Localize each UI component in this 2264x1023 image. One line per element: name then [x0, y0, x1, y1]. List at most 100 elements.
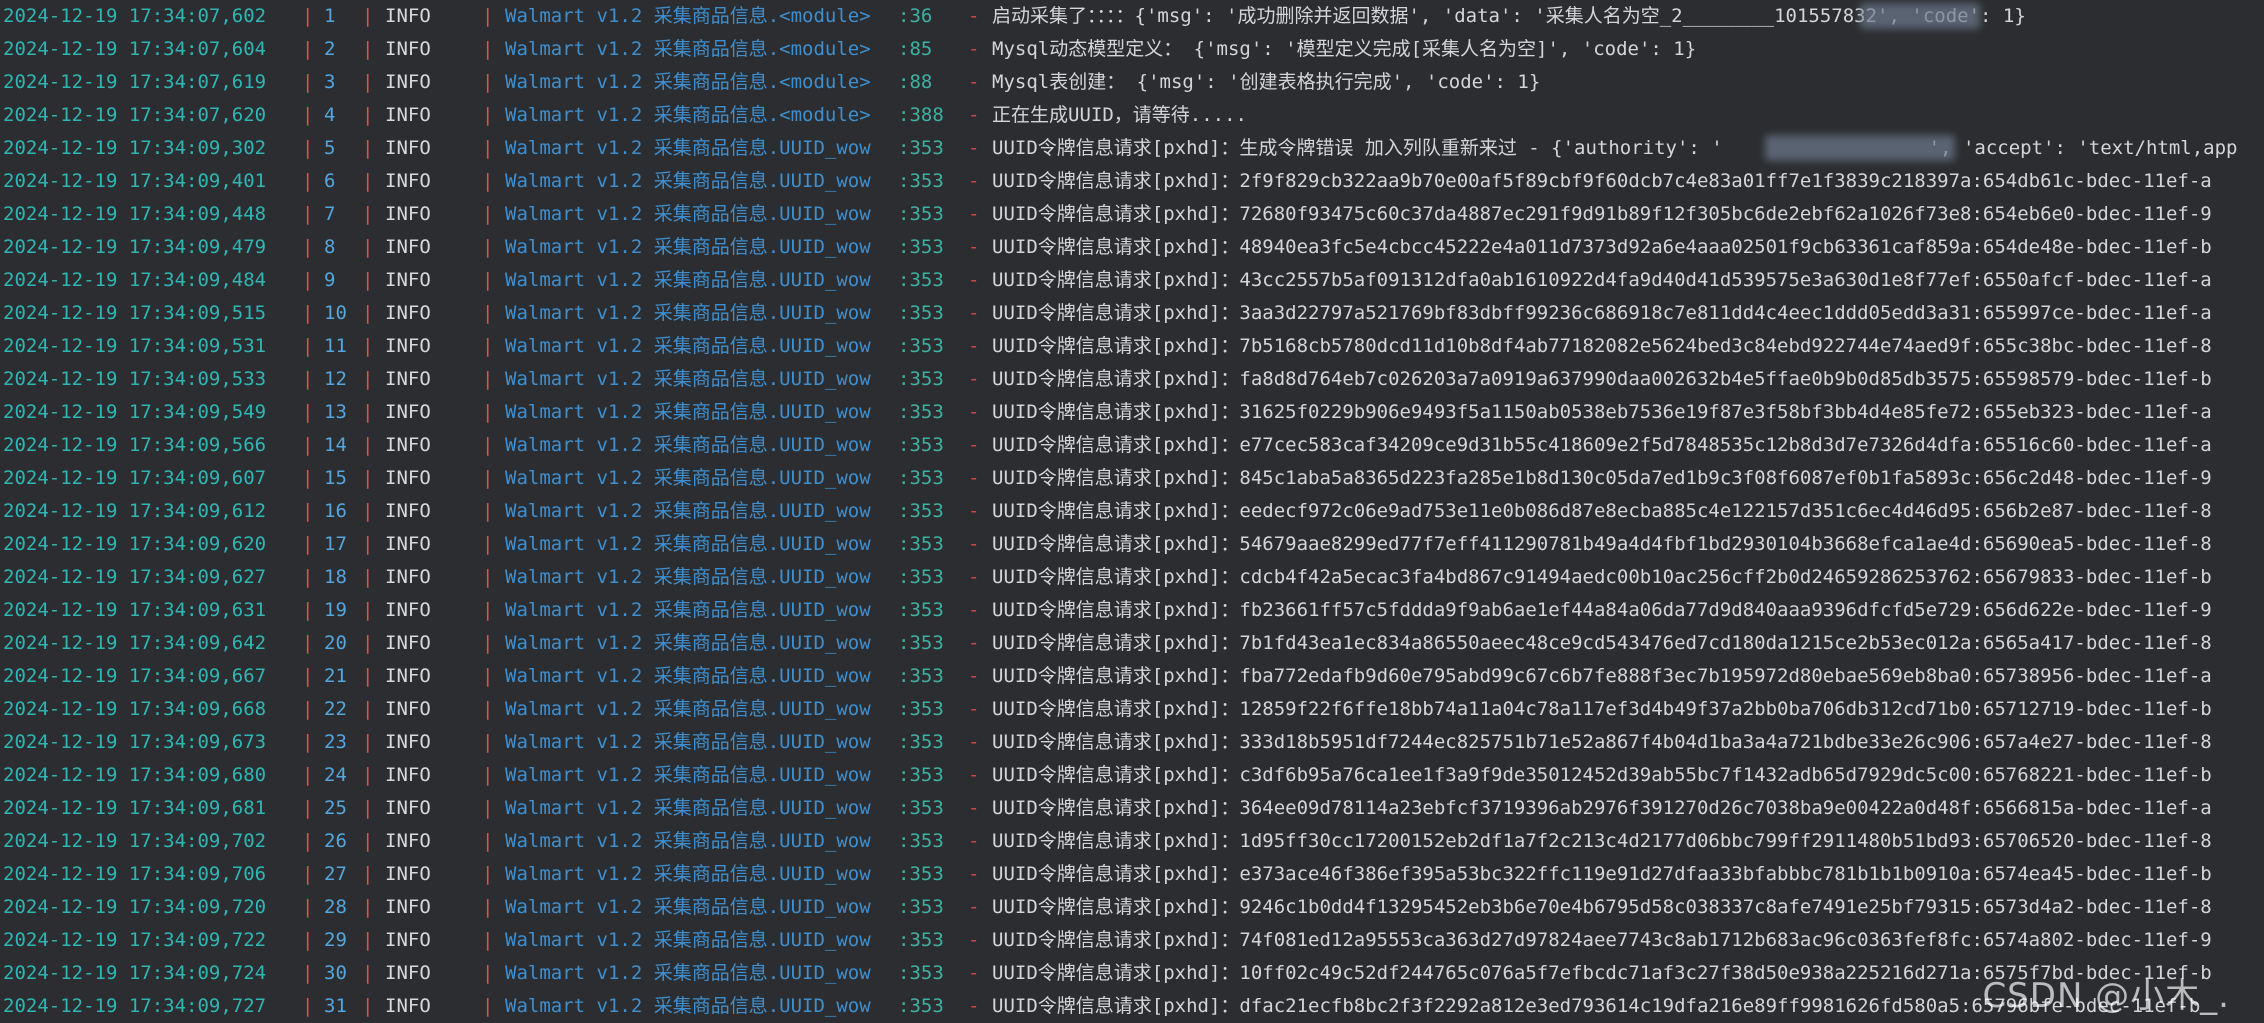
log-separator: | — [362, 170, 374, 192]
log-module-prefix: Walmart v1.2 采集商品信息. — [505, 830, 780, 852]
log-dash: - — [968, 137, 980, 159]
log-line: 2024-12-19 17:34:09,448 | 7 | INFO | Walmart v… — [0, 198, 2264, 231]
log-module-prefix: Walmart v1.2 采集商品信息. — [505, 203, 780, 225]
log-separator: | — [362, 269, 374, 291]
log-line-number: :353 — [898, 929, 944, 951]
log-level: INFO — [385, 71, 431, 93]
log-message: Mysql动态模型定义： {'msg': '模型定义完成[采集人名为空]', '… — [992, 38, 1697, 60]
log-module-name: <module> — [779, 71, 871, 93]
log-separator: | — [482, 203, 494, 225]
log-separator: | — [302, 467, 314, 489]
log-line-number: :353 — [898, 632, 944, 654]
log-module: Walmart v1.2 采集商品信息.<module> — [505, 99, 871, 132]
log-module-name: UUID_wow — [779, 896, 871, 918]
log-timestamp: 2024-12-19 17:34:09,484 — [3, 269, 267, 291]
log-separator: | — [302, 236, 314, 258]
log-separator: | — [482, 962, 494, 984]
log-dash: - — [968, 566, 980, 588]
log-module: Walmart v1.2 采集商品信息.UUID_wow — [505, 132, 871, 165]
log-line-number: :353 — [898, 236, 944, 258]
log-module: Walmart v1.2 采集商品信息.UUID_wow — [505, 891, 871, 924]
log-line-number: :353 — [898, 764, 944, 786]
log-level: INFO — [385, 665, 431, 687]
log-module: Walmart v1.2 采集商品信息.UUID_wow — [505, 660, 871, 693]
log-line-number: :353 — [898, 170, 944, 192]
log-message: UUID令牌信息请求[pxhd]：7b1fd43ea1ec834a86550ae… — [992, 632, 2212, 654]
log-separator: | — [362, 335, 374, 357]
log-separator: | — [482, 533, 494, 555]
log-dash: - — [968, 896, 980, 918]
log-level: INFO — [385, 335, 431, 357]
log-level: INFO — [385, 467, 431, 489]
log-message: UUID令牌信息请求[pxhd]：c3df6b95a76ca1ee1f3a9f9… — [992, 764, 2212, 786]
log-message: UUID令牌信息请求[pxhd]：1d95ff30cc17200152eb2df… — [992, 830, 2212, 852]
log-module: Walmart v1.2 采集商品信息.<module> — [505, 0, 871, 33]
log-line: 2024-12-19 17:34:09,727 | 31 | INFO | Walmart … — [0, 990, 2264, 1023]
console-log-output[interactable]: 2024-12-19 17:34:07,602 | 1 | INFO | Walmart v… — [0, 0, 2264, 1023]
log-message: UUID令牌信息请求[pxhd]：12859f22f6ffe18bb74a11a… — [992, 698, 2212, 720]
log-message: UUID令牌信息请求[pxhd]：eedecf972c06e9ad753e11e… — [992, 500, 2212, 522]
log-separator: | — [362, 137, 374, 159]
log-module-name: UUID_wow — [779, 962, 871, 984]
log-separator: | — [302, 665, 314, 687]
log-index: 7 — [324, 203, 336, 225]
log-line: 2024-12-19 17:34:07,604 | 2 | INFO | Walmart v… — [0, 33, 2264, 66]
log-module-name: UUID_wow — [779, 467, 871, 489]
log-timestamp: 2024-12-19 17:34:09,673 — [3, 731, 267, 753]
log-timestamp: 2024-12-19 17:34:09,627 — [3, 566, 267, 588]
log-line-number: :353 — [898, 731, 944, 753]
log-level: INFO — [385, 962, 431, 984]
log-message: UUID令牌信息请求[pxhd]：3aa3d22797a521769bf83db… — [992, 302, 2212, 324]
log-message: UUID令牌信息请求[pxhd]：fa8d8d764eb7c026203a7a0… — [992, 368, 2212, 390]
log-level: INFO — [385, 434, 431, 456]
log-message: UUID令牌信息请求[pxhd]：31625f0229b906e9493f5a1… — [992, 401, 2212, 423]
log-line: 2024-12-19 17:34:09,631 | 19 | INFO | Walmart … — [0, 594, 2264, 627]
log-separator: | — [302, 302, 314, 324]
log-timestamp: 2024-12-19 17:34:09,722 — [3, 929, 267, 951]
log-separator: | — [362, 797, 374, 819]
log-line-number: :353 — [898, 368, 944, 390]
log-module: Walmart v1.2 采集商品信息.<module> — [505, 66, 871, 99]
log-module-name: UUID_wow — [779, 269, 871, 291]
log-level: INFO — [385, 731, 431, 753]
log-level: INFO — [385, 995, 431, 1017]
log-line: 2024-12-19 17:34:09,484 | 9 | INFO | Walmart v… — [0, 264, 2264, 297]
log-timestamp: 2024-12-19 17:34:09,642 — [3, 632, 267, 654]
log-timestamp: 2024-12-19 17:34:09,631 — [3, 599, 267, 621]
log-separator: | — [302, 533, 314, 555]
log-level: INFO — [385, 797, 431, 819]
log-message: UUID令牌信息请求[pxhd]：生成令牌错误 加入列队重新来过 - {'aut… — [992, 137, 2238, 159]
log-index: 5 — [324, 137, 336, 159]
log-module: Walmart v1.2 采集商品信息.UUID_wow — [505, 627, 871, 660]
log-module-name: UUID_wow — [779, 698, 871, 720]
log-separator: | — [362, 401, 374, 423]
log-separator: | — [362, 533, 374, 555]
log-dash: - — [968, 434, 980, 456]
redaction-blur — [1860, 3, 1980, 29]
log-separator: | — [302, 5, 314, 27]
log-level: INFO — [385, 203, 431, 225]
log-module-prefix: Walmart v1.2 采集商品信息. — [505, 38, 780, 60]
log-separator: | — [482, 5, 494, 27]
log-dash: - — [968, 335, 980, 357]
log-line-number: :353 — [898, 203, 944, 225]
log-line-number: :353 — [898, 797, 944, 819]
log-dash: - — [968, 929, 980, 951]
log-separator: | — [302, 170, 314, 192]
log-separator: | — [362, 104, 374, 126]
log-separator: | — [362, 38, 374, 60]
log-module-prefix: Walmart v1.2 采集商品信息. — [505, 269, 780, 291]
log-line: 2024-12-19 17:34:09,680 | 24 | INFO | Walmart … — [0, 759, 2264, 792]
log-separator: | — [362, 599, 374, 621]
log-dash: - — [968, 236, 980, 258]
log-line: 2024-12-19 17:34:09,620 | 17 | INFO | Walmart … — [0, 528, 2264, 561]
log-module-prefix: Walmart v1.2 采集商品信息. — [505, 434, 780, 456]
log-separator: | — [482, 863, 494, 885]
log-index: 16 — [324, 500, 347, 522]
log-index: 17 — [324, 533, 347, 555]
log-module-prefix: Walmart v1.2 采集商品信息. — [505, 863, 780, 885]
log-module-prefix: Walmart v1.2 采集商品信息. — [505, 764, 780, 786]
log-separator: | — [302, 797, 314, 819]
log-line-number: :353 — [898, 434, 944, 456]
log-line-number: :353 — [898, 401, 944, 423]
